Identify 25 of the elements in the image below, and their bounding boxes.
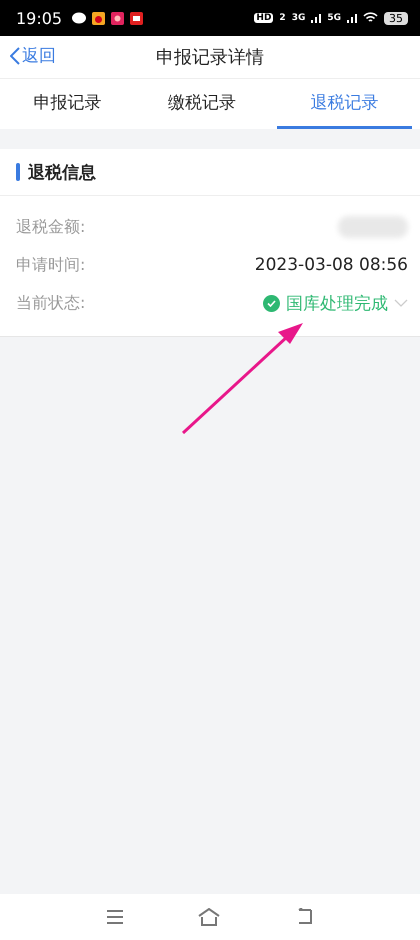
- page-title: 申报记录详情: [156, 46, 264, 69]
- app-icon: [92, 12, 106, 24]
- field-label: 退税金额:: [16, 216, 86, 238]
- chat-icon: [72, 12, 86, 24]
- section-title: 退税信息: [28, 162, 96, 184]
- clock: 19:05: [16, 8, 62, 28]
- chevron-left-icon: [10, 46, 20, 64]
- network-type: 5G: [327, 13, 341, 23]
- field-label: 申请时间:: [16, 254, 86, 276]
- signal-icon: [311, 14, 322, 22]
- home-icon[interactable]: [197, 908, 221, 926]
- sim-number: 2: [279, 13, 286, 23]
- menu-icon[interactable]: [107, 910, 123, 924]
- status-value: 国库处理完成: [286, 292, 388, 314]
- hd-indicator: HD: [254, 13, 274, 23]
- field-label: 当前状态:: [16, 292, 86, 314]
- app-icon: [111, 12, 124, 24]
- back-button[interactable]: 返回: [10, 44, 56, 67]
- network-type: 3G: [292, 13, 306, 23]
- field-value: 2023-03-08 08:56: [254, 255, 408, 275]
- app-icon: [130, 12, 144, 24]
- battery-indicator: 35: [384, 12, 408, 24]
- wifi-icon: [363, 12, 378, 24]
- section-marker: [16, 163, 20, 181]
- signal-icon: [347, 14, 357, 22]
